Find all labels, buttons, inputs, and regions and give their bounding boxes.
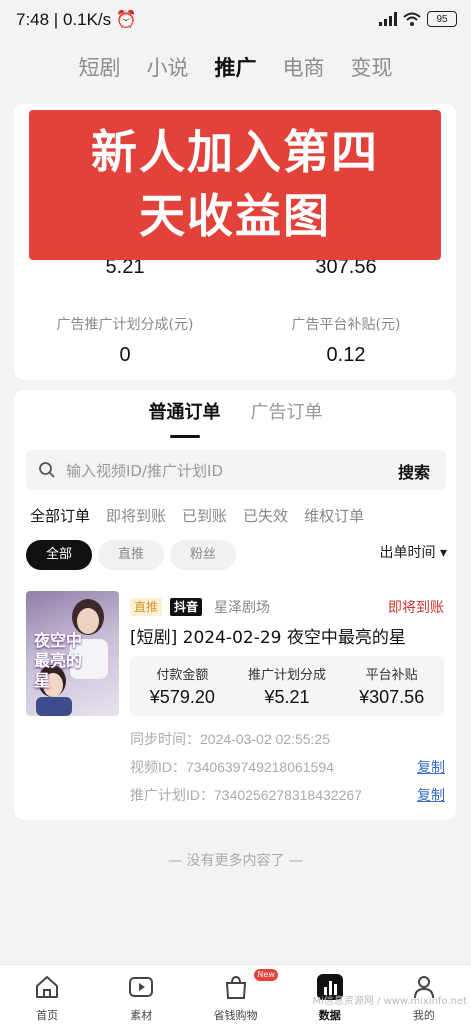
douyin-tag: 抖音 (170, 598, 203, 616)
video-id: 视频ID：7340639749218061594 (130, 759, 334, 775)
search-bar: 输入视频ID/推广计划ID 搜索 (26, 450, 446, 490)
overlay-banner: 新人加入第四 天收益图 (29, 110, 441, 260)
signal-icon (379, 12, 397, 26)
plan-id: 推广计划ID：7340256278318432267 (130, 787, 362, 803)
bottom-nav: 首页 素材 New 省钱购物 数据 我的 (0, 964, 471, 1024)
shopping-bag-icon (225, 975, 246, 999)
amount-subsidy-value: ¥307.56 (359, 687, 425, 707)
order-status-badge: 即将到账 (388, 600, 444, 616)
direct-tag: 直推 (130, 598, 163, 616)
chip-fans[interactable]: 粉丝 (170, 540, 236, 570)
search-input[interactable]: 输入视频ID/推广计划ID (66, 460, 223, 481)
filter-dispute[interactable]: 维权订单 (304, 505, 364, 526)
stat-ad-subsidy-value: 0.12 (326, 344, 366, 366)
amount-subsidy: 平台补贴 ¥307.56 (339, 656, 444, 716)
nav-shopping[interactable]: New 省钱购物 (188, 965, 282, 1024)
stat-ad-share: 广告推广计划分成(元) 0 (30, 314, 220, 367)
filter-received[interactable]: 已到账 (182, 505, 227, 526)
no-more-content: — 没有更多内容了 — (168, 853, 303, 869)
nav-mine[interactable]: 我的 (377, 965, 471, 1024)
watermark: Mi信息资源网 / www.mixinfo.net (312, 996, 467, 1007)
nav-shopping-label: 省钱购物 (213, 1009, 258, 1022)
nav-materials-label: 素材 (130, 1009, 153, 1022)
nav-home[interactable]: 首页 (0, 965, 94, 1024)
chip-direct[interactable]: 直推 (98, 540, 164, 570)
poster-title: 夜空中最亮的星 (34, 631, 83, 690)
amount-payment: 付款金额 ¥579.20 (130, 656, 235, 716)
home-icon (36, 976, 59, 998)
battery-icon: 95 (427, 11, 457, 27)
nav-mine-label: 我的 (412, 1009, 435, 1022)
drama-poster[interactable]: 夜空中最亮的星 (26, 591, 119, 716)
top-tabs: 短剧 小说 推广 电商 变现 (0, 52, 471, 88)
filter-pending[interactable]: 即将到账 (106, 505, 166, 526)
tab-ecommerce[interactable]: 电商 (283, 52, 325, 88)
search-button[interactable]: 搜索 (398, 459, 430, 483)
alarm-icon: ⏰ (115, 10, 138, 29)
tab-monetize[interactable]: 变现 (351, 52, 393, 88)
new-badge: New (254, 969, 278, 981)
sort-by-time-dropdown[interactable]: 出单时间 ▾ (380, 542, 447, 562)
amount-payment-value: ¥579.20 (149, 687, 215, 707)
stat-ad-share-label: 广告推广计划分成(元) (56, 317, 194, 333)
nav-home-label: 首页 (36, 1009, 59, 1022)
status-time: 7:48 | 0.1K/s ⏰ (16, 10, 137, 30)
status-bar: 7:48 | 0.1K/s ⏰ 95 (0, 0, 471, 44)
source-chips: 全部 直推 粉丝 (26, 540, 236, 570)
tab-normal-orders[interactable]: 普通订单 (149, 398, 221, 438)
tab-promotion[interactable]: 推广 (215, 52, 257, 88)
filter-expired[interactable]: 已失效 (243, 505, 288, 526)
banner-line-1: 新人加入第四 (91, 125, 379, 179)
nav-data[interactable]: 数据 (283, 965, 377, 1024)
tab-short-drama[interactable]: 短剧 (79, 52, 121, 88)
nav-materials[interactable]: 素材 (94, 965, 188, 1024)
order-status-filters: 全部订单 即将到账 已到账 已失效 维权订单 (30, 505, 364, 526)
chip-all[interactable]: 全部 (26, 540, 92, 570)
amount-plan-share-label: 推广计划分成 (248, 668, 327, 683)
stat-ad-subsidy: 广告平台补贴(元) 0.12 (256, 314, 436, 367)
order-amounts: 付款金额 ¥579.20 推广计划分成 ¥5.21 平台补贴 ¥307.56 (130, 656, 444, 716)
amount-plan-share: 推广计划分成 ¥5.21 (235, 656, 340, 716)
tab-ad-orders[interactable]: 广告订单 (251, 398, 323, 434)
play-icon (129, 977, 154, 997)
tab-novel[interactable]: 小说 (147, 52, 189, 88)
amount-plan-share-value: ¥5.21 (264, 687, 310, 707)
order-tabs: 普通订单 广告订单 (0, 398, 471, 438)
amount-payment-label: 付款金额 (156, 668, 209, 683)
search-icon (39, 462, 55, 478)
battery-level: 95 (436, 13, 448, 25)
wifi-icon (403, 12, 421, 26)
copy-plan-id-button[interactable]: 复制 (417, 785, 445, 805)
copy-video-id-button[interactable]: 复制 (417, 757, 445, 777)
amount-subsidy-label: 平台补贴 (365, 668, 418, 683)
sync-time: 同步时间：2024-03-02 02:55:25 (130, 731, 330, 747)
filter-all-orders[interactable]: 全部订单 (30, 505, 90, 526)
status-time-text: 7:48 | 0.1K/s (16, 10, 112, 29)
order-title[interactable]: [短剧] 2024-02-29 夜空中最亮的星 (130, 623, 406, 648)
banner-line-2: 天收益图 (139, 189, 331, 243)
theater-name: 星泽剧场 (214, 600, 270, 616)
status-icons: 95 (379, 11, 457, 27)
stat-ad-share-value: 0 (119, 344, 131, 366)
stat-ad-subsidy-label: 广告平台补贴(元) (291, 317, 401, 333)
nav-data-label: 数据 (318, 1009, 341, 1022)
